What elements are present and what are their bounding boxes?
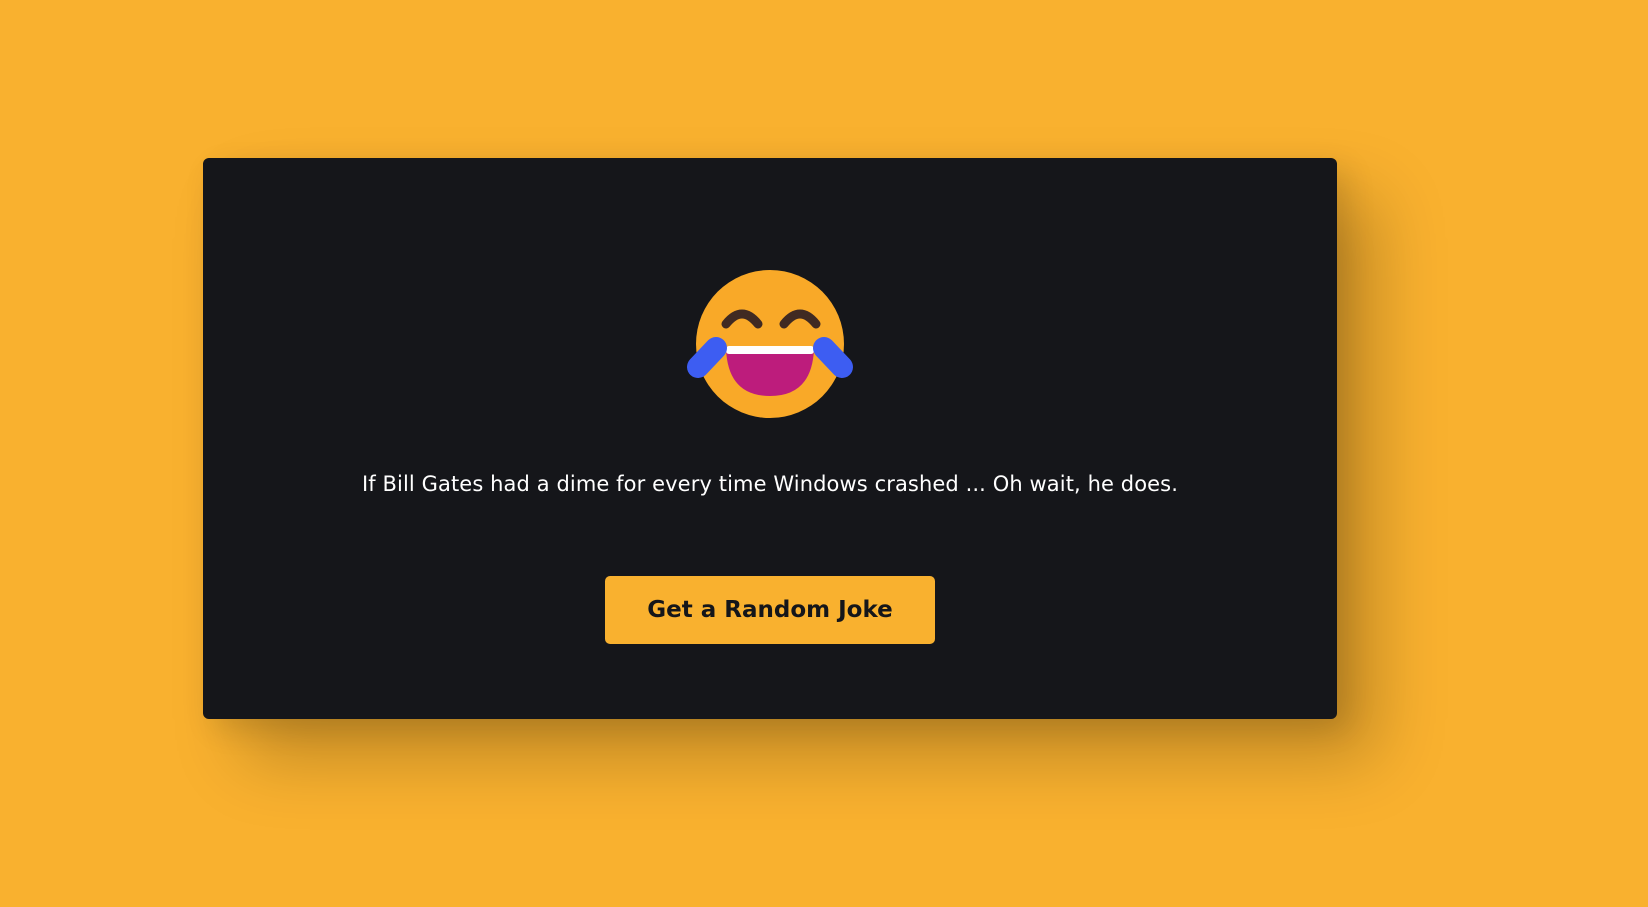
face-with-tears-of-joy-icon — [687, 270, 853, 418]
joke-text: If Bill Gates had a dime for every time … — [361, 472, 1178, 496]
joke-card: If Bill Gates had a dime for every time … — [203, 158, 1337, 719]
get-random-joke-button[interactable]: Get a Random Joke — [605, 576, 935, 644]
